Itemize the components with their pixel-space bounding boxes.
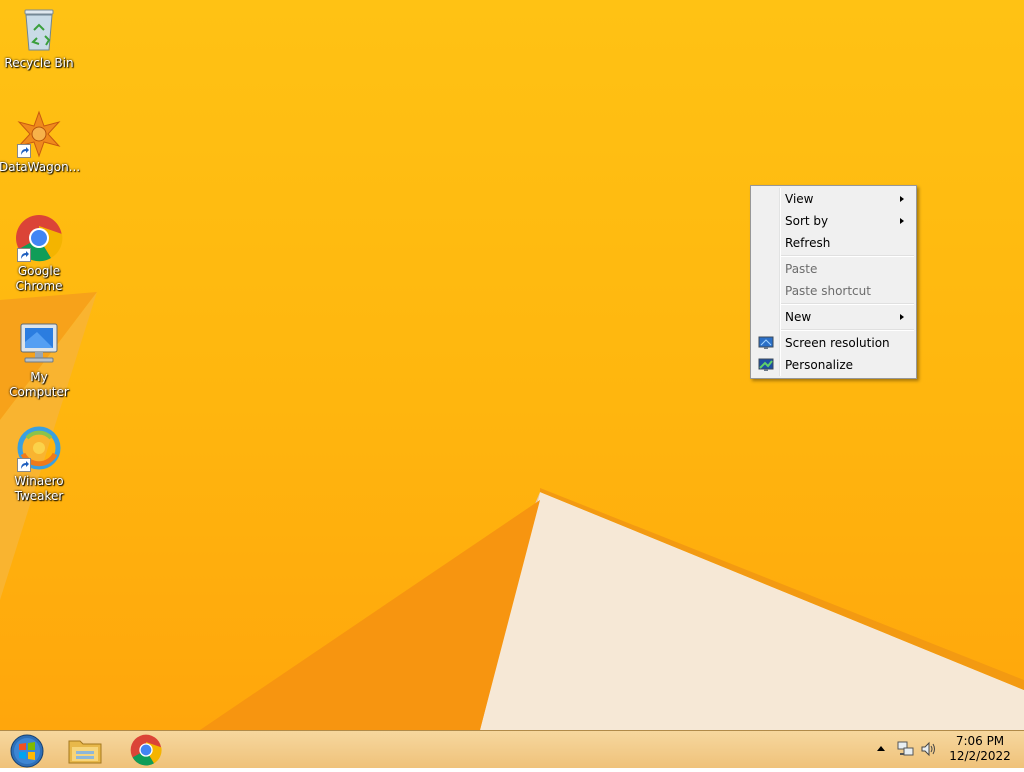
menu-separator: [781, 329, 914, 331]
menu-item-view[interactable]: View: [753, 188, 914, 210]
desktop-icon-recycle-bin[interactable]: Recycle Bin: [0, 6, 79, 71]
chrome-icon: [15, 214, 63, 262]
menu-item-new[interactable]: New: [753, 306, 914, 328]
desktop-icon-label: My Computer: [9, 370, 69, 399]
desktop-context-menu: View Sort by Refresh Paste Paste shortcu…: [750, 185, 917, 379]
network-icon[interactable]: [897, 740, 915, 761]
desktop-icon-label: DataWagon...: [0, 160, 81, 174]
personalize-icon: [758, 357, 774, 373]
submenu-arrow-icon: [900, 314, 904, 320]
datawagon-icon: [15, 110, 63, 158]
winaero-tweaker-icon: [15, 424, 63, 472]
system-clock[interactable]: 7:06 PM 12/2/2022: [944, 734, 1016, 764]
taskbar-chrome-button[interactable]: [119, 732, 173, 768]
file-explorer-icon: [68, 735, 102, 768]
desktop-icon-label: Recycle Bin: [4, 56, 74, 70]
chrome-icon: [130, 734, 162, 769]
computer-icon: [15, 320, 63, 368]
menu-separator: [781, 255, 914, 257]
shortcut-arrow-icon: [17, 458, 31, 472]
taskbar: 7:06 PM 12/2/2022: [0, 730, 1024, 768]
desktop-icon-label: Google Chrome: [15, 264, 63, 293]
start-button[interactable]: [0, 732, 54, 768]
desktop-icon-my-computer[interactable]: My Computer: [0, 320, 79, 400]
desktop-icon-google-chrome[interactable]: Google Chrome: [0, 214, 79, 294]
volume-icon[interactable]: [920, 740, 938, 761]
menu-separator: [781, 303, 914, 305]
clock-date: 12/2/2022: [949, 749, 1011, 763]
menu-item-sort-by[interactable]: Sort by: [753, 210, 914, 232]
menu-item-paste[interactable]: Paste: [753, 258, 914, 280]
menu-item-paste-shortcut[interactable]: Paste shortcut: [753, 280, 914, 302]
clock-time: 7:06 PM: [955, 734, 1005, 748]
menu-item-label: Personalize: [785, 358, 854, 372]
show-hidden-icons-arrow[interactable]: [877, 746, 885, 751]
shortcut-arrow-icon: [17, 248, 31, 262]
menu-item-refresh[interactable]: Refresh: [753, 232, 914, 254]
menu-item-label: Screen resolution: [785, 336, 890, 350]
desktop-icon-winaero-tweaker[interactable]: Winaero Tweaker: [0, 424, 79, 504]
menu-item-label: Paste shortcut: [785, 284, 871, 298]
taskbar-file-explorer-button[interactable]: [58, 732, 112, 768]
menu-item-screen-resolution[interactable]: Screen resolution: [753, 332, 914, 354]
desktop-icon-label: Winaero Tweaker: [14, 474, 64, 503]
menu-item-personalize[interactable]: Personalize: [753, 354, 914, 376]
screen-resolution-icon: [758, 335, 774, 351]
desktop[interactable]: Recycle Bin DataWagon... Google Chrome M…: [0, 0, 1024, 730]
submenu-arrow-icon: [900, 196, 904, 202]
menu-item-label: View: [785, 192, 814, 206]
menu-item-label: Refresh: [785, 236, 831, 250]
desktop-icon-datawagon[interactable]: DataWagon...: [0, 110, 81, 175]
submenu-arrow-icon: [900, 218, 904, 224]
shortcut-arrow-icon: [17, 144, 31, 158]
menu-item-label: Paste: [785, 262, 818, 276]
menu-item-label: Sort by: [785, 214, 829, 228]
start-orb-icon: [9, 733, 45, 772]
recycle-bin-icon: [15, 6, 63, 54]
menu-item-label: New: [785, 310, 812, 324]
